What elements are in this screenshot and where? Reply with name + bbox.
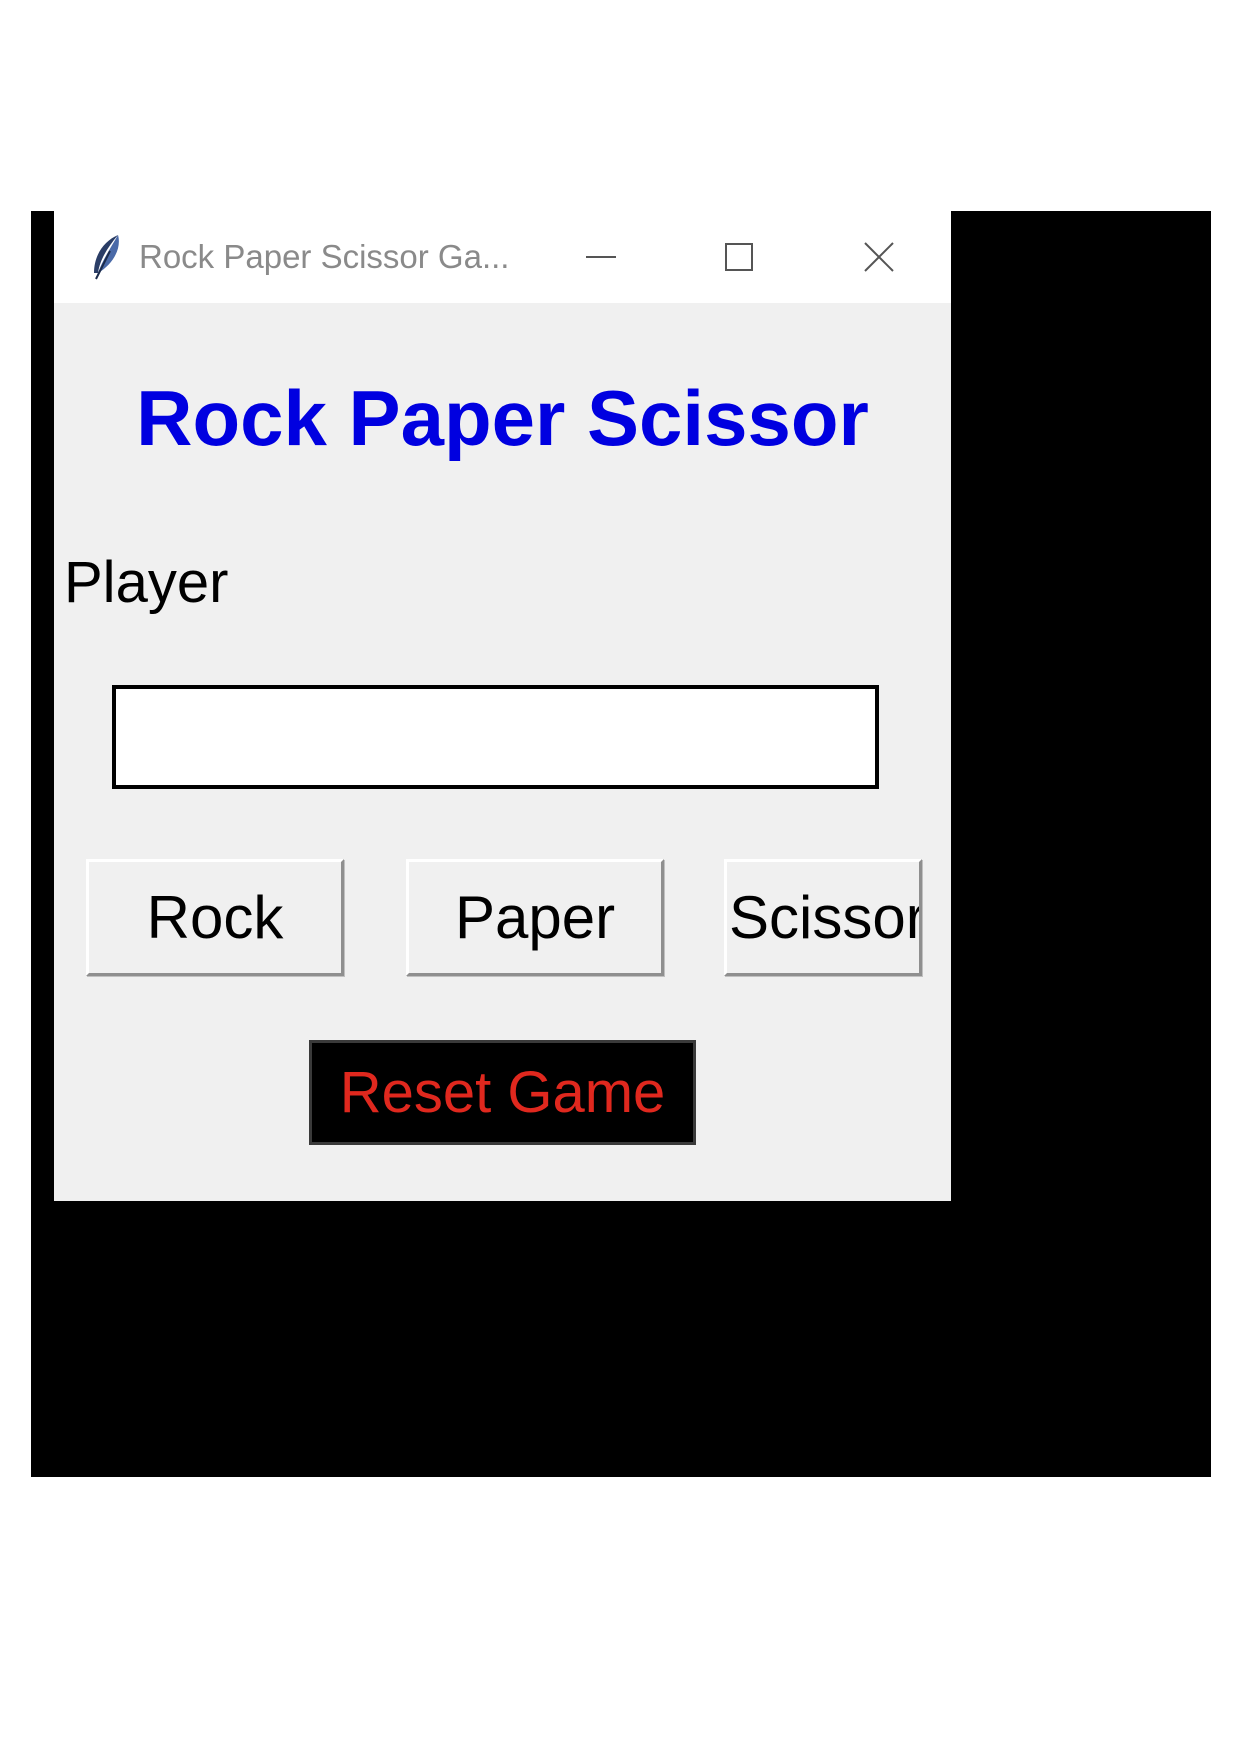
maximize-icon [725,243,753,271]
app-window: Rock Paper Scissor Ga... Rock Paper Scis… [54,211,951,1201]
feather-icon [88,233,124,281]
paper-button[interactable]: Paper [406,859,664,976]
scissor-button[interactable]: Scissor [724,859,922,976]
maximize-button[interactable] [689,211,789,303]
reset-game-button[interactable]: Reset Game [309,1040,696,1145]
minimize-button[interactable] [551,211,651,303]
rock-button[interactable]: Rock [86,859,344,976]
window-titlebar[interactable]: Rock Paper Scissor Ga... [54,211,951,303]
player-choice-field[interactable] [112,685,879,789]
window-title: Rock Paper Scissor Ga... [139,238,510,275]
close-button[interactable] [829,211,929,303]
game-title: Rock Paper Scissor [136,374,869,462]
player-label: Player [64,550,229,615]
minimize-icon [586,256,616,258]
close-icon [864,242,894,272]
